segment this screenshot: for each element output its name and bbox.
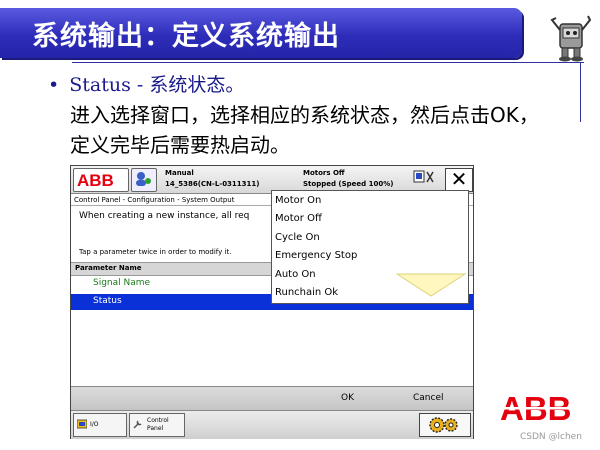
- mode-text: Manual: [165, 169, 194, 177]
- dropdown-item[interactable]: Emergency Stop: [275, 250, 357, 268]
- gears-icon: [429, 417, 458, 433]
- divider-line: [72, 62, 584, 63]
- highlight-arrow-icon: [395, 273, 467, 297]
- divider-line-vertical: [580, 62, 581, 122]
- dropdown-item[interactable]: Cycle On: [275, 232, 320, 250]
- cancel-button[interactable]: Cancel: [413, 393, 444, 403]
- bullet-text: Status - 系统状态。: [69, 74, 245, 96]
- breadcrumb: Control Panel - Configuration - System O…: [74, 196, 235, 204]
- user-icon: [136, 172, 151, 186]
- dropdown-item[interactable]: Motor On: [275, 195, 321, 213]
- watermark-text: CSDN @lchen: [520, 432, 582, 442]
- control-panel-label-line2: Panel: [147, 425, 164, 432]
- info-text: When creating a new instance, all req: [79, 211, 250, 221]
- io-icon: [77, 419, 87, 429]
- motors-text: Motors Off: [303, 169, 345, 177]
- abb-logo-icon: ABB: [77, 172, 114, 188]
- dropdown-item[interactable]: Runchain Ok: [275, 287, 338, 305]
- wrench-icon: [133, 420, 142, 429]
- column-header-label: Parameter Name: [75, 264, 142, 272]
- flexpendant-window: ABB Manual 14_5386(CN-L-0311311) Motors …: [70, 165, 474, 439]
- controller-text: 14_5386(CN-L-0311311): [165, 180, 260, 188]
- dropdown-item[interactable]: Motor Off: [275, 213, 322, 231]
- description-text: 进入选择窗口，选择相应的系统状态，然后点击OK，定义完毕后需要热启动。: [70, 103, 539, 157]
- control-panel-task-button[interactable]: Control Panel: [129, 413, 185, 437]
- slide-title: 系统输出：定义系统输出: [32, 21, 340, 52]
- row-label: Status: [93, 296, 122, 306]
- slide-title-bar: 系统输出：定义系统输出: [0, 8, 522, 58]
- state-text: Stopped (Speed 100%): [303, 180, 394, 188]
- command-bar: OK Cancel: [71, 386, 473, 411]
- io-task-button[interactable]: I/O: [73, 413, 127, 437]
- hint-text: Tap a parameter twice in order to modify…: [79, 248, 232, 256]
- robot-mascot-icon: [550, 15, 592, 62]
- quickset-menu-button[interactable]: [419, 413, 471, 437]
- svg-text:ABB: ABB: [77, 172, 114, 188]
- bullet-status: • Status - 系统状态。: [48, 70, 244, 97]
- io-task-label: I/O: [90, 421, 99, 428]
- quickset-icon[interactable]: [413, 170, 435, 184]
- taskbar: I/O Control Panel: [71, 410, 473, 439]
- ok-button[interactable]: OK: [341, 393, 354, 403]
- bullet-dot: •: [48, 74, 60, 96]
- close-button[interactable]: ✕: [445, 168, 473, 192]
- abb-logo: ABB: [500, 392, 580, 426]
- dropdown-item[interactable]: Auto On: [275, 269, 316, 287]
- row-label: Signal Name: [93, 278, 151, 288]
- empty-list-area: [71, 312, 473, 386]
- control-panel-label-line1: Control: [147, 417, 169, 424]
- user-icon-button[interactable]: [131, 168, 157, 192]
- abb-menu-button[interactable]: ABB: [73, 168, 129, 192]
